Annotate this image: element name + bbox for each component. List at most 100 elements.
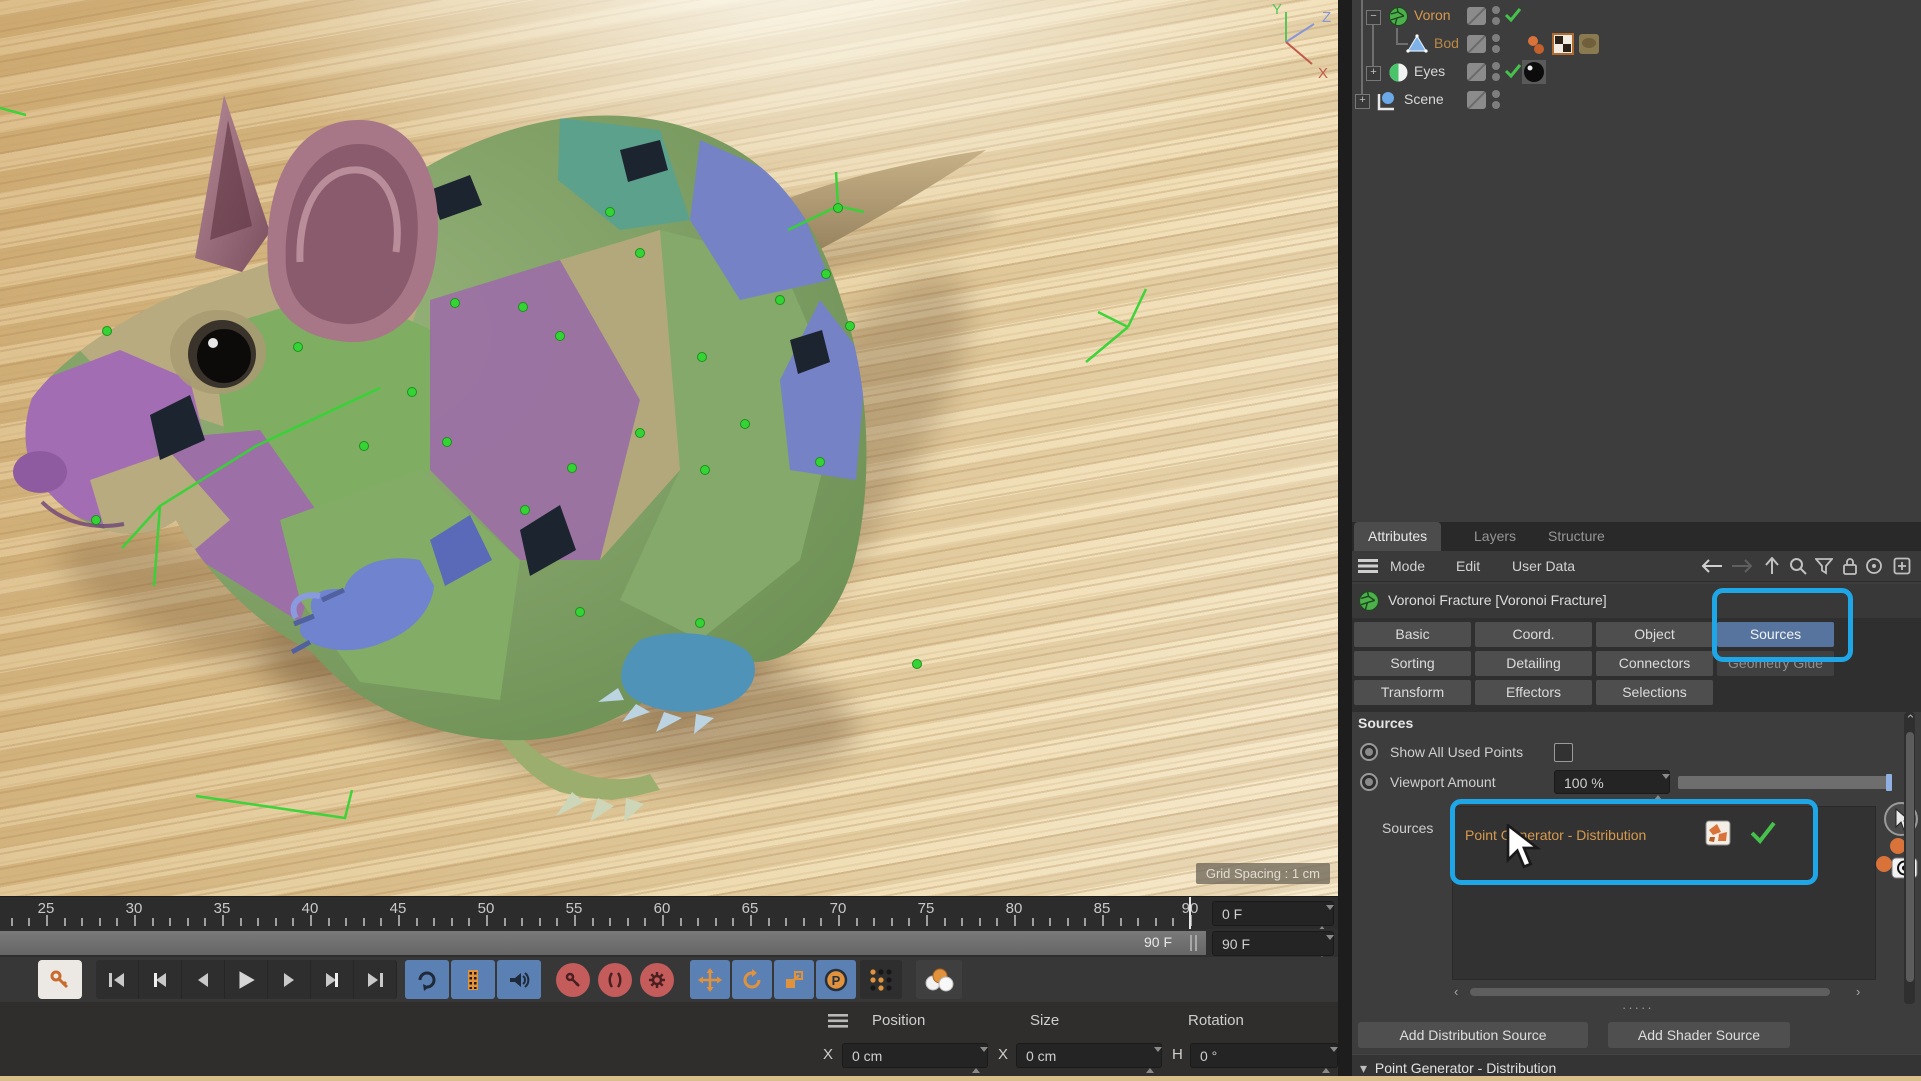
menu-edit[interactable]: Edit <box>1456 551 1480 581</box>
expand-toggle[interactable]: + <box>1355 94 1370 109</box>
visibility-dot-bottom[interactable] <box>1492 45 1500 53</box>
enabled-check-icon[interactable] <box>1504 7 1522 23</box>
ptab-basic[interactable]: Basic <box>1354 622 1471 647</box>
menu-mode[interactable]: Mode <box>1390 551 1425 581</box>
key-parameters-button[interactable]: P <box>816 960 856 999</box>
filter-icon[interactable] <box>1812 555 1836 577</box>
ptab-sorting[interactable]: Sorting <box>1354 651 1471 676</box>
add-shader-source-button[interactable]: Add Shader Source <box>1608 1022 1790 1048</box>
key-position-button[interactable] <box>690 960 730 999</box>
lock-icon[interactable] <box>1838 555 1862 577</box>
prev-key-button[interactable] <box>139 960 182 999</box>
search-icon[interactable] <box>1786 555 1810 577</box>
texture-tag-checker-icon[interactable] <box>1552 33 1574 55</box>
texture-tag-black-icon[interactable] <box>1522 60 1546 84</box>
layer-chip[interactable] <box>1467 63 1486 81</box>
tab-attributes[interactable]: Attributes <box>1354 522 1441 551</box>
next-key-button[interactable] <box>311 960 354 999</box>
keying-selection-button[interactable] <box>860 960 902 999</box>
vertical-scroll-thumb[interactable] <box>1906 732 1914 982</box>
history-back-icon[interactable] <box>1700 555 1724 577</box>
position-x-stepper[interactable] <box>972 1048 982 1064</box>
autokey-button[interactable] <box>38 960 82 999</box>
record-keyframe-button[interactable] <box>556 963 590 997</box>
timeline-ruler[interactable]: 2530354045505560657075808590 <box>0 897 1208 930</box>
record-scope-button[interactable] <box>598 963 632 997</box>
range-grip-2[interactable] <box>1195 935 1197 951</box>
goto-end-button[interactable] <box>354 960 397 999</box>
key-rotation-button[interactable] <box>732 960 772 999</box>
coordinates-menu-icon[interactable] <box>826 1010 850 1032</box>
timeline-playhead[interactable] <box>1189 897 1191 930</box>
visibility-dot-bottom[interactable] <box>1492 101 1500 109</box>
tab-layers[interactable]: Layers <box>1460 522 1530 551</box>
object-row-voronoi[interactable]: − Voron <box>1352 2 1921 30</box>
uvw-tag-icon[interactable] <box>1524 33 1548 57</box>
viewport-amount-slider[interactable] <box>1678 776 1892 789</box>
timeline-range-bar[interactable]: 90 F <box>0 931 1206 955</box>
ptab-detailing[interactable]: Detailing <box>1475 651 1592 676</box>
history-forward-icon[interactable] <box>1730 555 1754 577</box>
viewport-amount-stepper[interactable] <box>1654 775 1664 791</box>
layer-chip[interactable] <box>1467 35 1486 53</box>
show-all-used-points-toggle[interactable] <box>1360 743 1378 761</box>
panel-divider[interactable] <box>1338 0 1352 1081</box>
solo-mode-button[interactable] <box>916 960 962 999</box>
texture-tag-material-icon[interactable] <box>1578 33 1600 55</box>
viewport-amount-slider-handle[interactable] <box>1886 774 1892 791</box>
scroll-right-arrow[interactable]: › <box>1856 984 1860 999</box>
prev-frame-button[interactable] <box>182 960 225 999</box>
ptab-selections[interactable]: Selections <box>1596 680 1713 705</box>
size-x-stepper[interactable] <box>1146 1048 1156 1064</box>
viewport-3d[interactable]: Y Z X Grid Spacing : 1 cm <box>0 0 1338 896</box>
key-scale-button[interactable] <box>774 960 814 999</box>
ptab-connectors[interactable]: Connectors <box>1596 651 1713 676</box>
next-frame-button[interactable] <box>268 960 311 999</box>
visibility-dot-top[interactable] <box>1492 34 1500 42</box>
object-row-scene[interactable]: + Scene <box>1352 86 1921 114</box>
scroll-left-arrow[interactable]: ‹ <box>1454 984 1458 999</box>
layer-chip[interactable] <box>1467 7 1486 25</box>
rotation-h-stepper[interactable] <box>1322 1048 1332 1064</box>
object-row-eyes[interactable]: + Eyes <box>1352 58 1921 86</box>
collapse-toggle[interactable]: − <box>1366 10 1381 25</box>
track-focus-icon[interactable] <box>1862 555 1886 577</box>
ptab-effectors[interactable]: Effectors <box>1475 680 1592 705</box>
visibility-dot-top[interactable] <box>1492 6 1500 14</box>
range-start-field[interactable]: 0 F <box>1212 901 1334 926</box>
show-keyframes-button[interactable] <box>451 960 495 999</box>
range-grip[interactable] <box>1190 935 1192 951</box>
panel-menu-icon[interactable] <box>1356 555 1380 577</box>
show-all-used-points-checkbox[interactable] <box>1554 743 1573 762</box>
goto-start-button[interactable] <box>96 960 139 999</box>
parent-up-icon[interactable] <box>1760 555 1784 577</box>
add-distribution-source-button[interactable]: Add Distribution Source <box>1358 1022 1588 1048</box>
range-start-stepper[interactable] <box>1318 906 1328 922</box>
scroll-up-arrow[interactable]: ⌃ <box>1905 712 1916 728</box>
tab-structure[interactable]: Structure <box>1534 522 1619 551</box>
layer-chip[interactable] <box>1467 91 1486 109</box>
range-end-field[interactable]: 90 F <box>1212 931 1334 956</box>
visibility-dot-top[interactable] <box>1492 62 1500 70</box>
play-button[interactable] <box>225 960 268 999</box>
panel-splitter-handle[interactable]: ····· <box>1622 1000 1654 1015</box>
size-x-field[interactable]: 0 cm <box>1016 1043 1162 1068</box>
visibility-dot-top[interactable] <box>1492 90 1500 98</box>
loop-mode-button[interactable] <box>405 960 449 999</box>
rotation-h-field[interactable]: 0 ° <box>1190 1043 1338 1068</box>
enabled-check-icon[interactable] <box>1504 63 1522 79</box>
keying-settings-button[interactable] <box>640 963 674 997</box>
range-end-stepper[interactable] <box>1318 936 1328 952</box>
expand-toggle[interactable]: + <box>1366 66 1381 81</box>
new-panel-icon[interactable] <box>1890 555 1914 577</box>
play-sound-button[interactable] <box>497 960 541 999</box>
menu-user-data[interactable]: User Data <box>1512 551 1575 581</box>
position-x-field[interactable]: 0 cm <box>842 1043 988 1068</box>
attributes-vertical-scrollbar[interactable]: ⌃ <box>1904 712 1915 1004</box>
object-row-body[interactable]: Bod <box>1352 30 1921 58</box>
viewport-amount-toggle[interactable] <box>1360 773 1378 791</box>
ptab-object[interactable]: Object <box>1596 622 1713 647</box>
ptab-coord[interactable]: Coord. <box>1475 622 1592 647</box>
visibility-dot-bottom[interactable] <box>1492 73 1500 81</box>
horizontal-scroll-thumb[interactable] <box>1470 988 1830 996</box>
